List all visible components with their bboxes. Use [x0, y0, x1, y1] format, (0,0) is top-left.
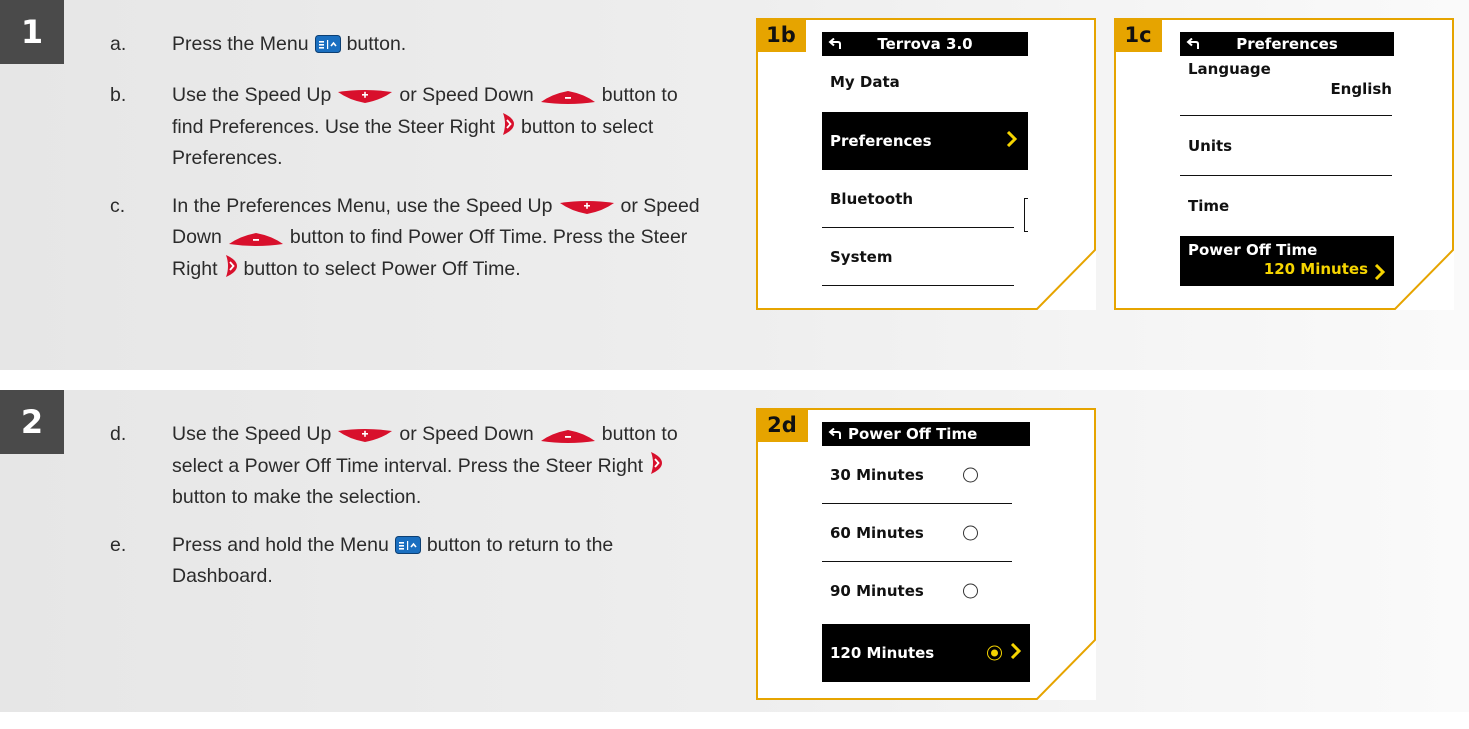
menu-item-bluetooth[interactable]: Bluetooth	[822, 170, 1028, 232]
chevron-right-icon	[1374, 263, 1386, 284]
menu-button-icon	[394, 534, 421, 562]
row-divider	[822, 285, 1014, 286]
screen-title-bar: Preferences	[1180, 32, 1394, 56]
screen-title-bar: Power Off Time	[822, 422, 1030, 446]
menu-item-units[interactable]: Units	[1180, 116, 1394, 176]
instruction-b: b. Use the Speed Up or Speed Down button t…	[110, 81, 710, 172]
instruction-text: Use the Speed Up or Speed Down button to s…	[172, 423, 678, 508]
step-1-badge: 1	[0, 0, 64, 64]
screen-title: Terrova 3.0	[877, 35, 973, 53]
option-label: 90 Minutes	[830, 582, 924, 600]
option-30-minutes[interactable]: 30 Minutes	[822, 446, 1030, 504]
speed-down-button-icon	[540, 423, 596, 451]
instruction-letter: b.	[110, 84, 127, 106]
step-2-section: 2 d. Use the Speed Up or Speed Down button…	[0, 390, 1469, 712]
menu-item-label: System	[830, 248, 893, 266]
instruction-text: In the Preferences Menu, use the Speed U…	[172, 192, 710, 286]
menu-item-label: Power Off Time	[1188, 241, 1318, 259]
screen-title-bar: Terrova 3.0	[822, 32, 1028, 56]
menu-item-preferences[interactable]: Preferences	[822, 112, 1028, 170]
radio-button[interactable]	[963, 525, 978, 541]
screen-panel-1c: 1c Preferences Language English Units Ti…	[1114, 18, 1454, 310]
scrollbar-bracket	[1024, 198, 1028, 232]
chevron-right-icon	[1006, 130, 1018, 151]
menu-item-label: Units	[1188, 137, 1233, 155]
screen-title: Power Off Time	[848, 425, 978, 443]
option-90-minutes[interactable]: 90 Minutes	[822, 562, 1030, 620]
instruction-text: Use the Speed Up or Speed Down button to f…	[172, 84, 678, 169]
menu-item-label: Time	[1188, 197, 1230, 215]
radio-button[interactable]	[963, 583, 978, 599]
device-screen: Power Off Time 30 Minutes 60 Minutes 90 …	[822, 422, 1030, 682]
menu-item-my-data[interactable]: My Data	[822, 56, 1028, 108]
speed-up-button-icon	[559, 195, 615, 223]
menu-item-power-off-time[interactable]: Power Off Time 120 Minutes	[1180, 236, 1394, 286]
speed-up-button-icon	[337, 84, 393, 112]
screen-title: Preferences	[1236, 35, 1338, 53]
menu-item-label: Language	[1188, 60, 1271, 78]
speed-up-button-icon	[337, 423, 393, 451]
instruction-letter: a.	[110, 33, 127, 55]
device-screen: Preferences Language English Units Time …	[1180, 32, 1394, 286]
menu-item-label: Preferences	[830, 132, 932, 150]
panel-label: 1c	[1114, 18, 1162, 52]
instruction-e: e. Press and hold the Menu button to retu…	[110, 531, 710, 590]
device-screen: Terrova 3.0 My Data Preferences Bluetoot…	[822, 32, 1028, 286]
back-arrow-icon	[1180, 38, 1206, 50]
menu-item-value: 120 Minutes	[1263, 260, 1368, 278]
option-label: 30 Minutes	[830, 466, 924, 484]
steer-right-button-icon	[224, 254, 238, 286]
menu-item-value: English	[1330, 80, 1392, 98]
panel-label: 1b	[756, 18, 806, 52]
chevron-right-icon	[1010, 642, 1022, 663]
instruction-d: d. Use the Speed Up or Speed Down button t…	[110, 420, 710, 511]
option-60-minutes[interactable]: 60 Minutes	[822, 504, 1030, 562]
radio-button[interactable]	[963, 467, 978, 483]
panel-label: 2d	[756, 408, 808, 442]
option-label: 60 Minutes	[830, 524, 924, 542]
steer-right-button-icon	[649, 451, 663, 483]
menu-item-language[interactable]: Language English	[1180, 56, 1394, 116]
option-label: 120 Minutes	[830, 644, 935, 662]
menu-item-system[interactable]: System	[822, 228, 1028, 286]
back-arrow-icon	[822, 428, 848, 440]
steer-right-button-icon	[501, 112, 515, 144]
instruction-letter: c.	[110, 195, 126, 217]
instruction-c: c. In the Preferences Menu, use the Spee…	[110, 192, 710, 286]
instruction-letter: d.	[110, 423, 127, 445]
instruction-text: Press the Menu button.	[172, 30, 710, 61]
menu-item-time[interactable]: Time	[1180, 176, 1394, 236]
screen-panel-2d: 2d Power Off Time 30 Minutes 60 Minutes …	[756, 408, 1096, 700]
step-2-badge: 2	[0, 390, 64, 454]
instruction-a: a. Press the Menu button.	[110, 30, 710, 61]
screen-panel-1b: 1b Terrova 3.0 My Data Preferences Bluet…	[756, 18, 1096, 310]
menu-item-label: My Data	[830, 73, 900, 91]
menu-item-label: Bluetooth	[830, 190, 914, 208]
step-1-section: 1 a. Press the Menu button. b. Use the Sp…	[0, 0, 1469, 370]
option-120-minutes[interactable]: 120 Minutes	[822, 624, 1030, 682]
speed-down-button-icon	[228, 226, 284, 254]
menu-button-icon	[314, 33, 341, 61]
speed-down-button-icon	[540, 84, 596, 112]
step-1-instructions: a. Press the Menu button. b. Use the Spee…	[110, 30, 710, 306]
back-arrow-icon	[822, 38, 848, 50]
instruction-letter: e.	[110, 534, 127, 556]
instruction-text: Press and hold the Menu button to return …	[172, 534, 614, 587]
radio-button-selected[interactable]	[987, 645, 1002, 661]
step-2-instructions: d. Use the Speed Up or Speed Down button t…	[110, 420, 710, 610]
